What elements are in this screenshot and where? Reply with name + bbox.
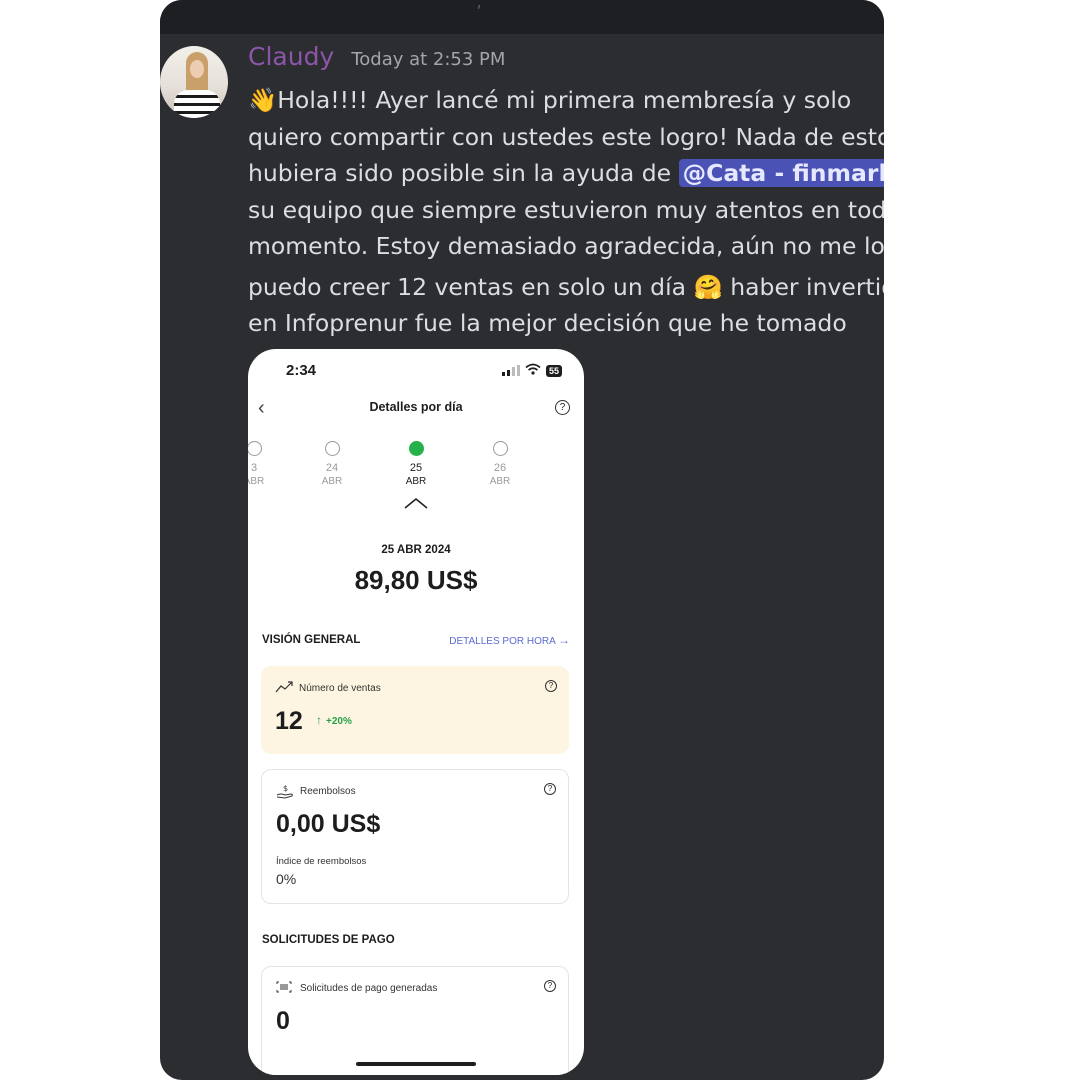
message-header: Claudy Today at 2:53 PM — [248, 42, 505, 71]
refunds-label: Reembolsos — [300, 786, 356, 797]
overview-heading: VISIÓN GENERAL — [262, 634, 361, 646]
selected-day-dot-icon — [408, 441, 424, 456]
day-radio-icon — [248, 441, 262, 456]
money-hand-icon: $ — [276, 783, 294, 799]
user-mention[interactable]: @Cata - finmark — [678, 159, 884, 187]
selected-date: 25 ABR 2024 — [381, 544, 451, 556]
payment-requests-heading: SOLICITUDES DE PAGO — [262, 934, 395, 946]
username[interactable]: Claudy — [248, 42, 334, 71]
day-selector-item[interactable]: 3 ABR — [248, 441, 274, 488]
arrow-up-icon: ↑ — [316, 713, 322, 727]
chat-panel: ' , Claudy Today at 2:53 PM 👋Hola!!!! Ay… — [160, 0, 884, 1080]
wifi-icon — [525, 363, 541, 378]
help-icon[interactable]: ? — [545, 680, 557, 692]
avatar[interactable] — [160, 46, 228, 118]
barcode-scan-icon — [276, 981, 294, 995]
phone-nav-bar: ‹ Detalles por día ? — [248, 397, 584, 421]
day-radio-icon — [324, 441, 340, 456]
message-line: hubiera sido posible sin la ayuda de @Ca… — [248, 155, 884, 192]
signal-icon — [501, 365, 520, 376]
refunds-card[interactable]: $ Reembolsos ? 0,00 US$ Índice de reembo… — [261, 769, 569, 904]
help-icon[interactable]: ? — [544, 783, 556, 795]
refund-index-label: Índice de reembolsos — [276, 856, 367, 867]
battery-icon: 55 — [545, 364, 562, 377]
message-line: su equipo que siempre estuvieron muy ate… — [248, 195, 884, 224]
day-radio-icon — [492, 441, 508, 456]
message-line: quiero compartir con ustedes este logro!… — [248, 122, 884, 151]
phone-clock: 2:34 — [286, 362, 317, 379]
day-selector-item-selected[interactable]: 25 ABR — [396, 441, 436, 488]
payment-requests-card[interactable]: Solicitudes de pago generadas ? 0 — [261, 966, 569, 1075]
message-content: 👋Hola!!!! Ayer lancé mi primera membresí… — [248, 82, 884, 342]
day-selector-item[interactable]: 26 ABR — [480, 441, 520, 488]
chevron-up-icon — [404, 497, 428, 509]
arrow-right-icon: → — [558, 633, 570, 647]
sales-count-value: 12 — [275, 707, 303, 735]
cut-off-text: ' , — [467, 0, 482, 11]
trend-chart-icon — [275, 681, 293, 695]
sales-trend: ↑ +20% — [316, 713, 352, 727]
help-icon[interactable]: ? — [555, 400, 570, 415]
message-line: 👋Hola!!!! Ayer lancé mi primera membresí… — [248, 86, 852, 114]
home-indicator — [356, 1062, 476, 1066]
wave-emoji: 👋 — [248, 86, 278, 114]
previous-message-strip: ' , — [160, 0, 884, 34]
phone-status-icons: 55 — [501, 363, 562, 378]
avatar-face — [190, 60, 204, 78]
sales-count-label: Número de ventas — [299, 683, 381, 694]
payment-requests-label: Solicitudes de pago generadas — [300, 983, 438, 994]
message-line: momento. Estoy demasiado agradecida, aún… — [248, 232, 884, 260]
avatar-shirt — [174, 90, 220, 118]
message-line: puedo creer 12 ventas en solo un día 🤗 h… — [248, 272, 884, 301]
message-timestamp: Today at 2:53 PM — [351, 49, 506, 70]
refund-index-value: 0% — [276, 871, 297, 887]
sales-count-card[interactable]: Número de ventas ? 12 ↑ +20% — [261, 666, 569, 754]
screen-title: Detalles por día — [369, 400, 463, 414]
attached-screenshot[interactable]: 2:34 55 ‹ Detalles por día ? 3 ABR 24 AB… — [248, 349, 584, 1075]
message-line: en Infoprenur fue la mejor decisión que … — [248, 309, 847, 337]
hug-emoji: 🤗 — [693, 272, 723, 301]
day-selector-item[interactable]: 24 ABR — [312, 441, 352, 488]
svg-text:$: $ — [283, 784, 288, 793]
hourly-details-link[interactable]: DETALLES POR HORA → — [449, 633, 570, 647]
daily-total: 89,80 US$ — [354, 565, 478, 595]
refunds-value: 0,00 US$ — [276, 810, 381, 838]
payment-requests-value: 0 — [276, 1007, 290, 1035]
help-icon[interactable]: ? — [544, 980, 556, 992]
